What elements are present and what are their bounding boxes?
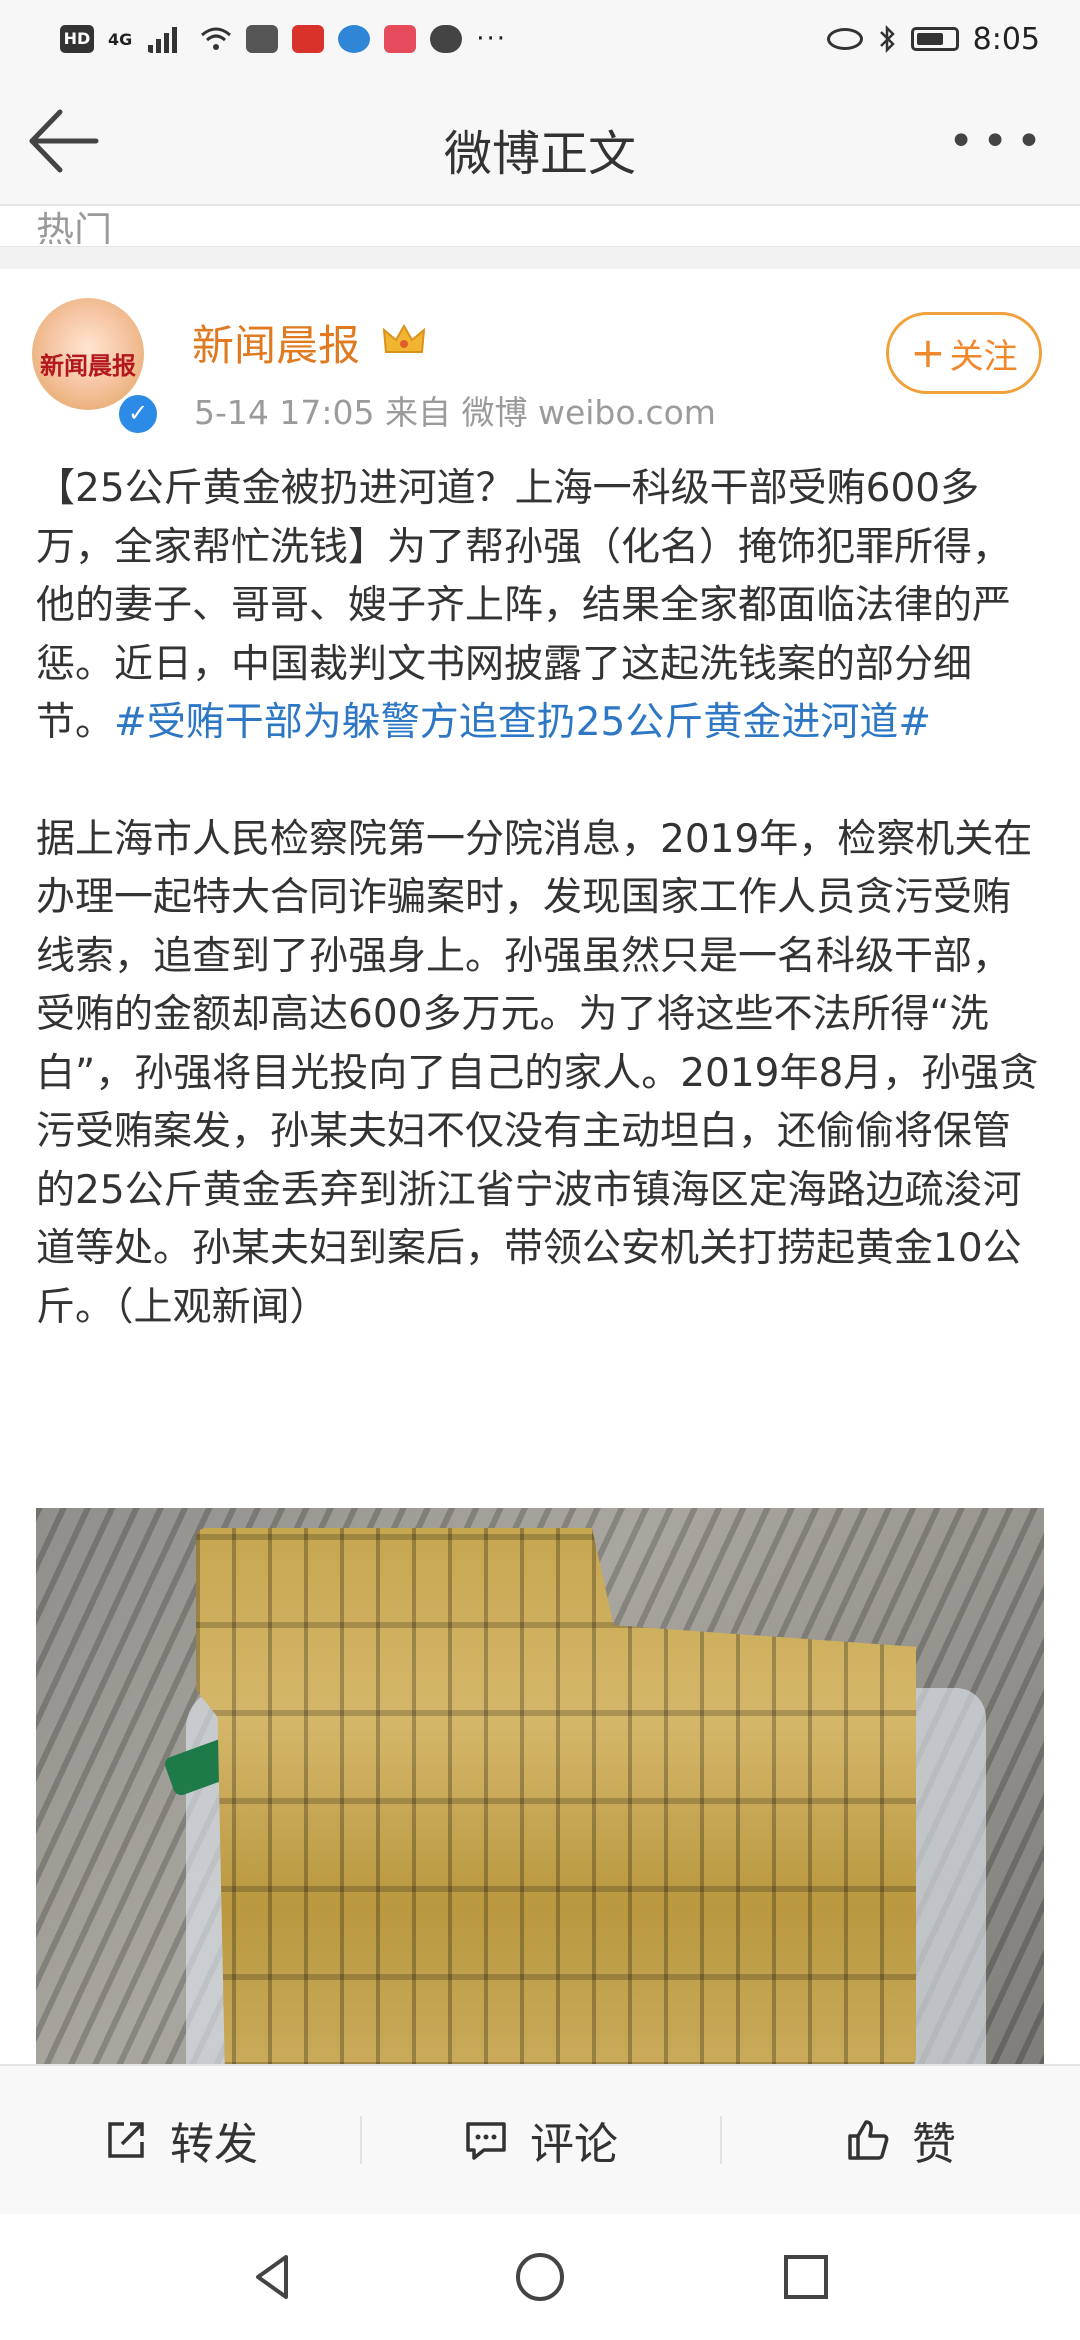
comment-icon (466, 2122, 506, 2160)
post-action-bar: 转发 评论 赞 (0, 2064, 1080, 2214)
app-notification-icon (292, 25, 325, 53)
battery-icon (910, 27, 959, 51)
follow-label: 关注 (949, 336, 1018, 377)
more-notifications-icon: ··· (476, 24, 508, 54)
post-paragraph-1: 【25公斤黄金被扔进河道？上海一科级干部受贿600多万，全家帮忙洗钱】为了帮孙强… (36, 460, 1048, 753)
section-divider (0, 246, 1080, 269)
author-name[interactable]: 新闻晨报 (192, 312, 360, 373)
status-left: HD 4G ··· (60, 24, 507, 54)
previous-section-label: 热门 (36, 209, 113, 244)
system-recents-icon[interactable] (778, 2249, 834, 2305)
network-type-label: 4G (108, 29, 133, 49)
thumbs-up-icon (848, 2120, 889, 2160)
post-header: 新闻晨报 ✓ 新闻晨报 5-14 17:05 来自 微博 weibo.com +… (0, 268, 1080, 448)
post-paragraph-2: 据上海市人民检察院第一分院消息，2019年，检察机关在办理一起特大合同诈骗案时，… (36, 816, 1039, 1330)
status-right: 8:05 (826, 21, 1040, 57)
plus-icon: + (910, 328, 946, 377)
system-back-icon[interactable] (246, 2249, 302, 2305)
bluetooth-icon (879, 24, 895, 54)
cloud-icon (430, 25, 463, 53)
status-bar: HD 4G ··· 8:05 (0, 0, 1080, 78)
repost-label: 转发 (170, 2119, 258, 2170)
follow-button[interactable]: + 关注 (886, 312, 1042, 394)
system-nav-bar (0, 2214, 1080, 2340)
hd-icon: HD (60, 25, 94, 53)
post-meta: 5-14 17:05 来自 微博 weibo.com (194, 393, 716, 432)
like-button[interactable]: 赞 (720, 2066, 1080, 2214)
crown-icon (382, 323, 426, 353)
eye-comfort-icon (826, 28, 863, 50)
signal-icon (148, 27, 178, 53)
page-title: 微博正文 (443, 126, 636, 182)
author-avatar[interactable]: 新闻晨报 (32, 298, 144, 410)
topic-link[interactable]: #受贿干部为躲警方追查扔25公斤黄金进河道# (114, 700, 931, 745)
app-notification-icon-3 (384, 25, 417, 53)
system-home-icon[interactable] (512, 2249, 568, 2305)
post-image[interactable] (36, 1508, 1044, 2068)
wechat-icon (246, 25, 279, 53)
wifi-icon (201, 27, 232, 50)
clock-time: 8:05 (972, 21, 1040, 57)
repost-button[interactable]: 转发 (0, 2066, 360, 2214)
avatar-logo-text: 新闻晨报 (40, 351, 136, 380)
verified-badge-icon: ✓ (116, 392, 160, 436)
post-body: 【25公斤黄金被扔进河道？上海一科级干部受贿600多万，全家帮忙洗钱】为了帮孙强… (36, 460, 1048, 1337)
app-notification-icon-2 (338, 25, 371, 53)
more-options-icon[interactable]: ••• (948, 116, 1050, 167)
share-icon (108, 2122, 144, 2158)
comment-label: 评论 (530, 2119, 618, 2170)
like-label: 赞 (912, 2119, 956, 2170)
comment-button[interactable]: 评论 (360, 2066, 720, 2214)
top-nav-bar: 微博正文 ••• (0, 78, 1080, 206)
